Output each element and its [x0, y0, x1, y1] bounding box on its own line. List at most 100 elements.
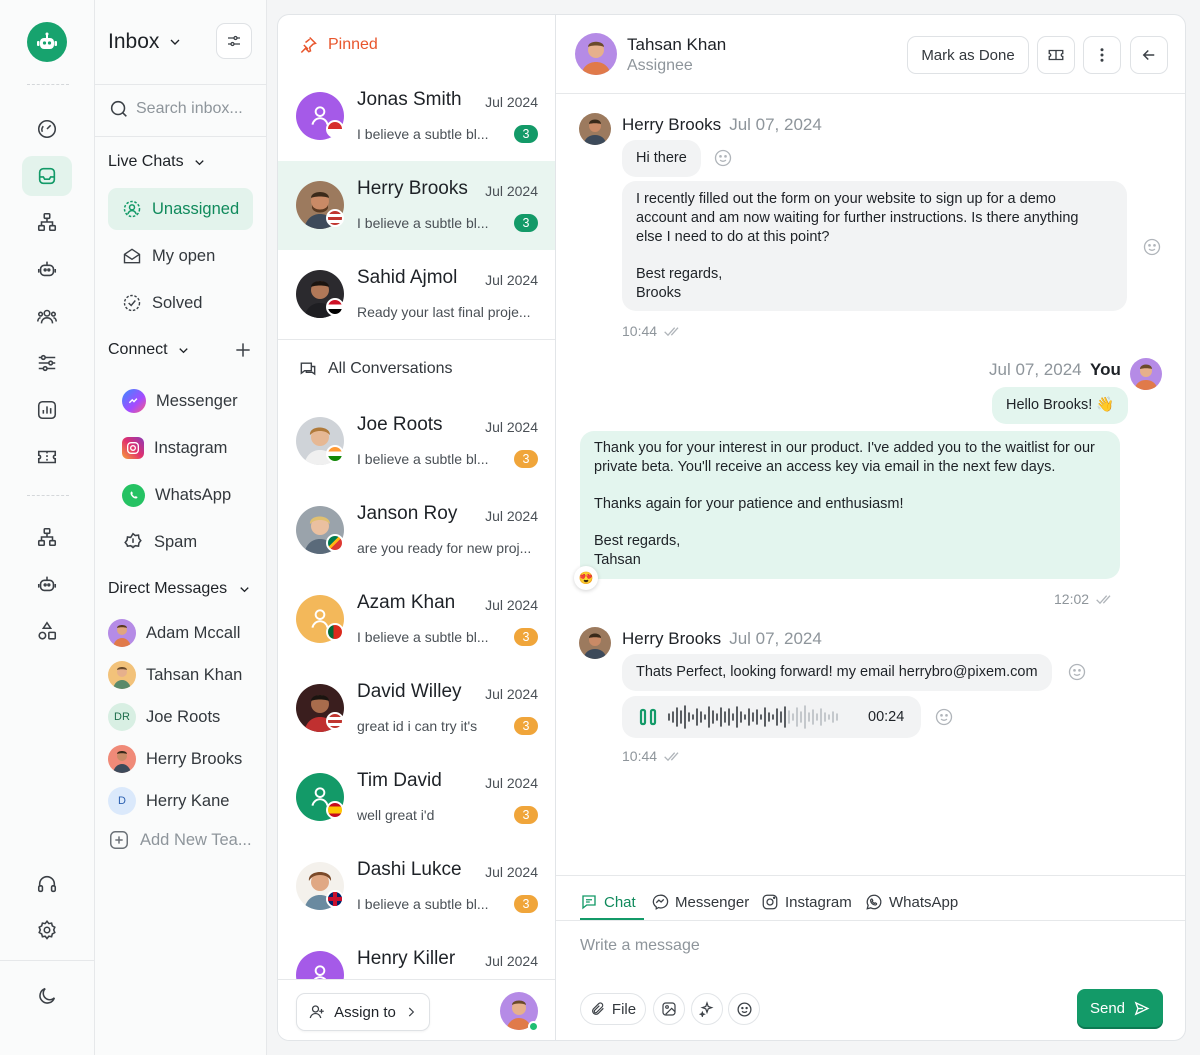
conversation-preview: I believe a subtle bl... — [357, 215, 489, 231]
filter-button[interactable] — [216, 23, 252, 59]
conversation-item[interactable]: Sahid Ajmol Jul 2024 Ready your last fin… — [278, 250, 555, 339]
reports-icon[interactable] — [22, 390, 72, 430]
connect-label: Connect — [108, 341, 168, 358]
channel-label: Instagram — [154, 438, 228, 457]
conversation-item[interactable]: Herry Brooks Jul 2024 I believe a subtle… — [278, 161, 555, 250]
message-bubble: Thank you for your interest in our produ… — [580, 431, 1120, 579]
search-input[interactable]: Search inbox... — [108, 98, 243, 120]
message-line: Tahsan — [594, 552, 641, 568]
live-chats-header[interactable]: Live Chats — [108, 153, 207, 171]
image-button[interactable] — [653, 993, 685, 1025]
dm-name: Joe Roots — [146, 707, 221, 726]
smiley-reaction-icon[interactable] — [1067, 662, 1087, 682]
conversation-item[interactable]: Azam Khan Jul 2024 I believe a subtle bl… — [278, 575, 555, 664]
dm-item[interactable]: DR Joe Roots — [108, 703, 220, 731]
send-button[interactable]: Send — [1077, 989, 1163, 1027]
more-options-button[interactable] — [1083, 36, 1121, 74]
search-icon — [110, 100, 127, 117]
sliders-icon[interactable] — [22, 343, 72, 383]
inbox-dropdown[interactable]: Inbox — [108, 30, 183, 54]
ticket-icon — [1048, 49, 1064, 61]
tab-chat[interactable]: Chat — [580, 893, 636, 911]
connect-header[interactable]: Connect — [108, 341, 191, 359]
conversation-item[interactable]: Dashi Lukce Jul 2024 I believe a subtle … — [278, 842, 555, 931]
assign-to-button[interactable]: Assign to — [296, 993, 430, 1031]
app-logo-icon[interactable] — [27, 22, 67, 62]
conversation-item[interactable]: Jonas Smith Jul 2024 I believe a subtle … — [278, 72, 555, 161]
message-meta: 12:02 — [1054, 591, 1115, 607]
double-check-icon — [664, 752, 679, 762]
channel-whatsapp[interactable]: WhatsApp — [108, 474, 253, 516]
sender-avatar — [579, 113, 611, 145]
hierarchy-icon[interactable] — [22, 202, 72, 242]
back-button[interactable] — [1130, 36, 1168, 74]
smiley-reaction-icon[interactable] — [713, 148, 733, 168]
channel-instagram[interactable]: Instagram — [108, 427, 253, 469]
hierarchy-icon[interactable] — [22, 517, 72, 557]
attach-file-button[interactable]: File — [580, 993, 646, 1025]
channel-label: Spam — [154, 532, 198, 551]
channel-spam[interactable]: Spam — [108, 521, 253, 563]
flag-icon — [326, 623, 344, 641]
message-input[interactable]: Write a message — [580, 937, 700, 955]
conversation-name: Herry Brooks — [357, 178, 468, 199]
dm-item[interactable]: Herry Brooks — [108, 745, 242, 773]
inbox-icon[interactable] — [22, 156, 72, 196]
conversation-item[interactable]: David Willey Jul 2024 great id i can try… — [278, 664, 555, 753]
nav-item-unassigned[interactable]: Unassigned — [108, 188, 253, 230]
bot-icon[interactable] — [22, 249, 72, 289]
smiley-icon — [736, 1001, 752, 1017]
gear-icon[interactable] — [22, 910, 72, 950]
dashboard-icon[interactable] — [22, 109, 72, 149]
send-label: Send — [1089, 999, 1126, 1017]
bot-icon[interactable] — [22, 564, 72, 604]
pause-icon[interactable] — [638, 707, 658, 727]
ticket-button[interactable] — [1037, 36, 1075, 74]
conversation-item[interactable]: Janson Roy Jul 2024 are you ready for ne… — [278, 486, 555, 575]
avatar — [108, 661, 136, 689]
dm-item[interactable]: Adam Mccall — [108, 619, 240, 647]
chevron-down-icon — [178, 347, 188, 353]
smiley-reaction-icon[interactable] — [934, 707, 954, 727]
dm-item[interactable]: Tahsan Khan — [108, 661, 242, 689]
emoji-reaction[interactable]: 😍 — [574, 566, 598, 590]
shapes-icon[interactable] — [22, 611, 72, 651]
message-line: Best regards, — [594, 533, 681, 549]
moon-icon[interactable] — [22, 976, 72, 1016]
dm-item[interactable]: D Herry Kane — [108, 787, 229, 815]
ai-sparkle-button[interactable] — [691, 993, 723, 1025]
tab-messenger[interactable]: Messenger — [651, 893, 749, 911]
message-bubble: Hi there — [622, 140, 701, 177]
smiley-reaction-icon[interactable] — [1142, 237, 1162, 257]
flag-icon — [326, 712, 344, 730]
waveform-icon[interactable] — [667, 704, 859, 730]
inbox-title: Inbox — [108, 30, 160, 53]
headset-icon[interactable] — [22, 864, 72, 904]
message-line: I recently filled out the form on your w… — [636, 191, 1056, 207]
direct-messages-header[interactable]: Direct Messages — [108, 580, 252, 598]
team-icon[interactable] — [22, 296, 72, 336]
assignee-avatar — [575, 33, 617, 75]
conversation-item[interactable]: Tim David Jul 2024 well great i'd 3 — [278, 753, 555, 842]
emoji-button[interactable] — [728, 993, 760, 1025]
filter-icon — [228, 35, 240, 47]
live-chats-label: Live Chats — [108, 153, 184, 170]
tab-instagram[interactable]: Instagram — [761, 893, 852, 911]
ticket-icon[interactable] — [22, 437, 72, 477]
assignee-name: Tahsan Khan — [627, 35, 727, 54]
tab-whatsapp[interactable]: WhatsApp — [865, 893, 958, 911]
chevron-down-icon — [194, 159, 204, 165]
add-team-button[interactable]: Add New Tea... — [108, 829, 252, 851]
unread-badge: 3 — [514, 450, 538, 468]
sender-name: You — [1090, 360, 1121, 379]
nav-item-label: Solved — [152, 293, 203, 312]
plus-icon[interactable] — [233, 340, 253, 360]
divider — [556, 920, 1185, 921]
channel-messenger[interactable]: Messenger — [108, 380, 253, 422]
tab-label: WhatsApp — [889, 893, 959, 911]
mark-as-done-button[interactable]: Mark as Done — [907, 36, 1029, 74]
nav-item-solved[interactable]: Solved — [108, 282, 253, 324]
conversation-item[interactable]: Joe Roots Jul 2024 I believe a subtle bl… — [278, 397, 555, 486]
message-sender: Herry Brooks Jul 07, 2024 — [622, 115, 822, 135]
nav-item-my-open[interactable]: My open — [108, 235, 253, 277]
